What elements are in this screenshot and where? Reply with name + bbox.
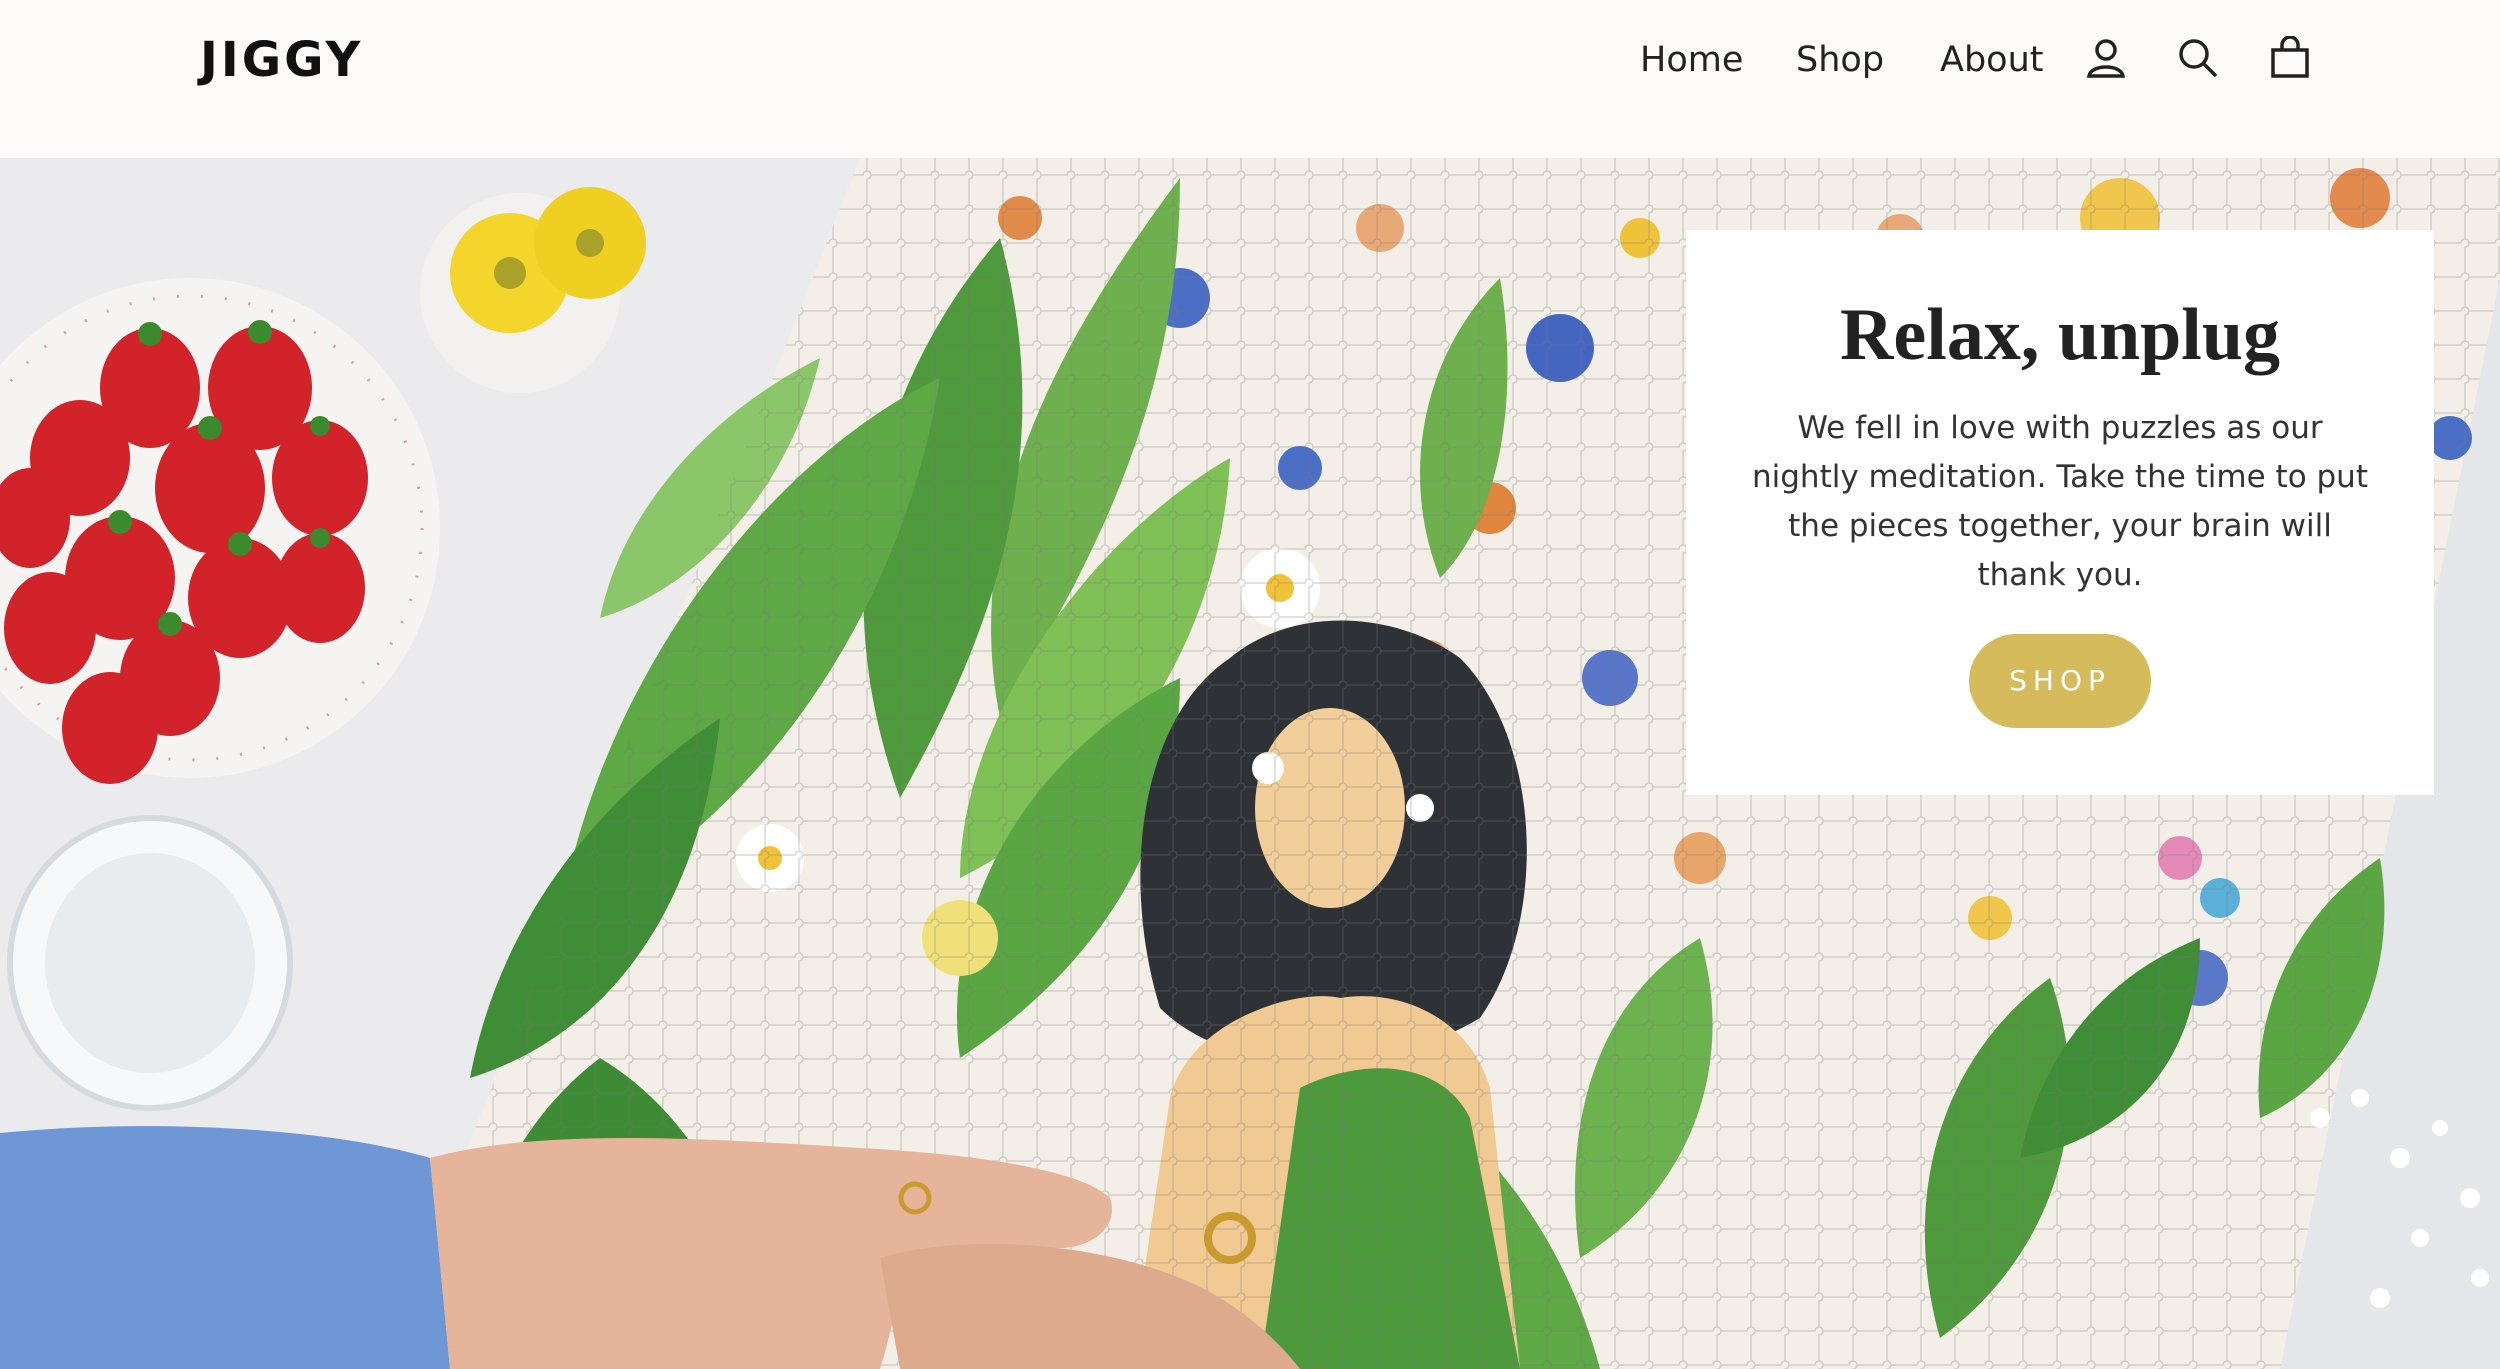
site-header: JIGGY Home Shop About <box>0 0 2500 158</box>
nav-link-shop[interactable]: Shop <box>1796 30 1884 90</box>
promo-title: Relax, unplug <box>1839 294 2281 376</box>
site-logo[interactable]: JIGGY <box>200 30 363 90</box>
nav-link-home[interactable]: Home <box>1640 30 1743 90</box>
shop-button[interactable]: SHOP <box>1969 634 2151 728</box>
nav-link-about[interactable]: About <box>1940 30 2043 90</box>
search-icon[interactable] <box>2176 36 2220 80</box>
promo-card: Relax, unplug We fell in love with puzzl… <box>1686 230 2434 795</box>
user-icon[interactable] <box>2084 36 2128 80</box>
promo-text: We fell in love with puzzles as our nigh… <box>1751 410 2368 593</box>
page: JIGGY Home Shop About Relax, unplug We f… <box>0 0 2500 1369</box>
hero-banner: Relax, unplug We fell in love with puzzl… <box>0 158 2500 1369</box>
cart-icon[interactable] <box>2268 36 2312 80</box>
